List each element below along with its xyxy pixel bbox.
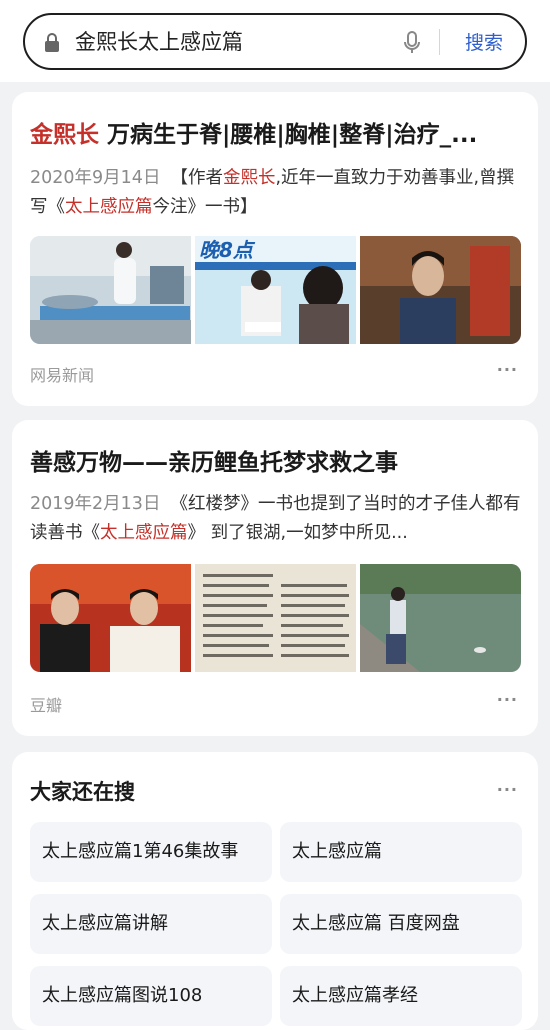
snippet-highlight: 太上感应篇 bbox=[100, 523, 188, 543]
related-chips: 太上感应篇1第46集故事 太上感应篇 太上感应篇讲解 太上感应篇 百度网盘 太上… bbox=[30, 822, 522, 1026]
microphone-icon[interactable] bbox=[403, 31, 421, 55]
snippet-text: 》 到了银湖,一如梦中所见... bbox=[187, 523, 408, 543]
newspaper-logo-text: 晚8点 bbox=[199, 238, 256, 262]
related-chip[interactable]: 太上感应篇 bbox=[280, 822, 522, 882]
result-card[interactable]: 金熙长 万病生于脊|腰椎|胸椎|整脊|治疗_... 2020年9月14日 【作者金… bbox=[12, 92, 538, 406]
newspaper-photo[interactable]: 晚8点 bbox=[195, 236, 356, 344]
portrait-photo[interactable] bbox=[360, 236, 521, 344]
title-highlight: 金熙长 bbox=[30, 122, 99, 148]
search-divider bbox=[439, 29, 440, 55]
search-button[interactable]: 搜索 bbox=[465, 29, 503, 57]
result-title[interactable]: 金熙长 万病生于脊|腰椎|胸椎|整脊|治疗_... bbox=[30, 120, 477, 150]
result-images[interactable]: 晚8点 bbox=[30, 236, 521, 344]
more-options-icon[interactable]: ··· bbox=[497, 690, 518, 709]
lock-icon bbox=[45, 33, 59, 52]
related-chip[interactable]: 太上感应篇孝经 bbox=[280, 966, 522, 1026]
snippet-highlight: 太上感应篇 bbox=[65, 197, 153, 217]
more-options-icon[interactable]: ··· bbox=[497, 780, 518, 799]
clinic-photo[interactable] bbox=[30, 236, 191, 344]
search-input[interactable]: 金熙长太上感应篇 bbox=[75, 28, 243, 56]
result-snippet: 2020年9月14日 【作者金熙长,近年一直致力于劝善事业,曾撰写《太上感应篇今注… bbox=[30, 164, 522, 222]
two-men-photo[interactable] bbox=[30, 564, 191, 672]
related-chip[interactable]: 太上感应篇1第46集故事 bbox=[30, 822, 272, 882]
lake-photo[interactable] bbox=[360, 564, 521, 672]
result-date: 2019年2月13日 bbox=[30, 494, 161, 514]
snippet-text: 今注》一书】 bbox=[152, 197, 258, 217]
related-title: 大家还在搜 bbox=[30, 780, 135, 804]
result-title[interactable]: 善感万物——亲历鲤鱼托梦求救之事 bbox=[30, 448, 398, 478]
snippet-text: 【作者 bbox=[170, 168, 223, 188]
related-searches: 大家还在搜 ··· 太上感应篇1第46集故事 太上感应篇 太上感应篇讲解 太上感… bbox=[12, 752, 538, 1030]
result-source: 豆瓣 bbox=[30, 696, 63, 715]
result-card[interactable]: 善感万物——亲历鲤鱼托梦求救之事 2019年2月13日 《红楼梦》一书也提到了当时… bbox=[12, 420, 538, 736]
snippet-highlight: 金熙长 bbox=[222, 168, 276, 188]
related-chip[interactable]: 太上感应篇图说108 bbox=[30, 966, 272, 1026]
more-options-icon[interactable]: ··· bbox=[497, 360, 518, 379]
search-bar[interactable]: 金熙长太上感应篇 搜索 bbox=[23, 13, 527, 70]
result-snippet: 2019年2月13日 《红楼梦》一书也提到了当时的才子佳人都有读善书《太上感应篇》… bbox=[30, 490, 522, 548]
title-text: 万病生于脊|腰椎|胸椎|整脊|治疗_... bbox=[99, 122, 478, 148]
result-images[interactable] bbox=[30, 564, 521, 672]
related-chip[interactable]: 太上感应篇讲解 bbox=[30, 894, 272, 954]
related-chip[interactable]: 太上感应篇 百度网盘 bbox=[280, 894, 522, 954]
result-date: 2020年9月14日 bbox=[30, 168, 161, 188]
book-page-photo[interactable] bbox=[195, 564, 356, 672]
search-header: 金熙长太上感应篇 搜索 bbox=[0, 0, 550, 82]
result-source: 网易新闻 bbox=[30, 366, 95, 385]
